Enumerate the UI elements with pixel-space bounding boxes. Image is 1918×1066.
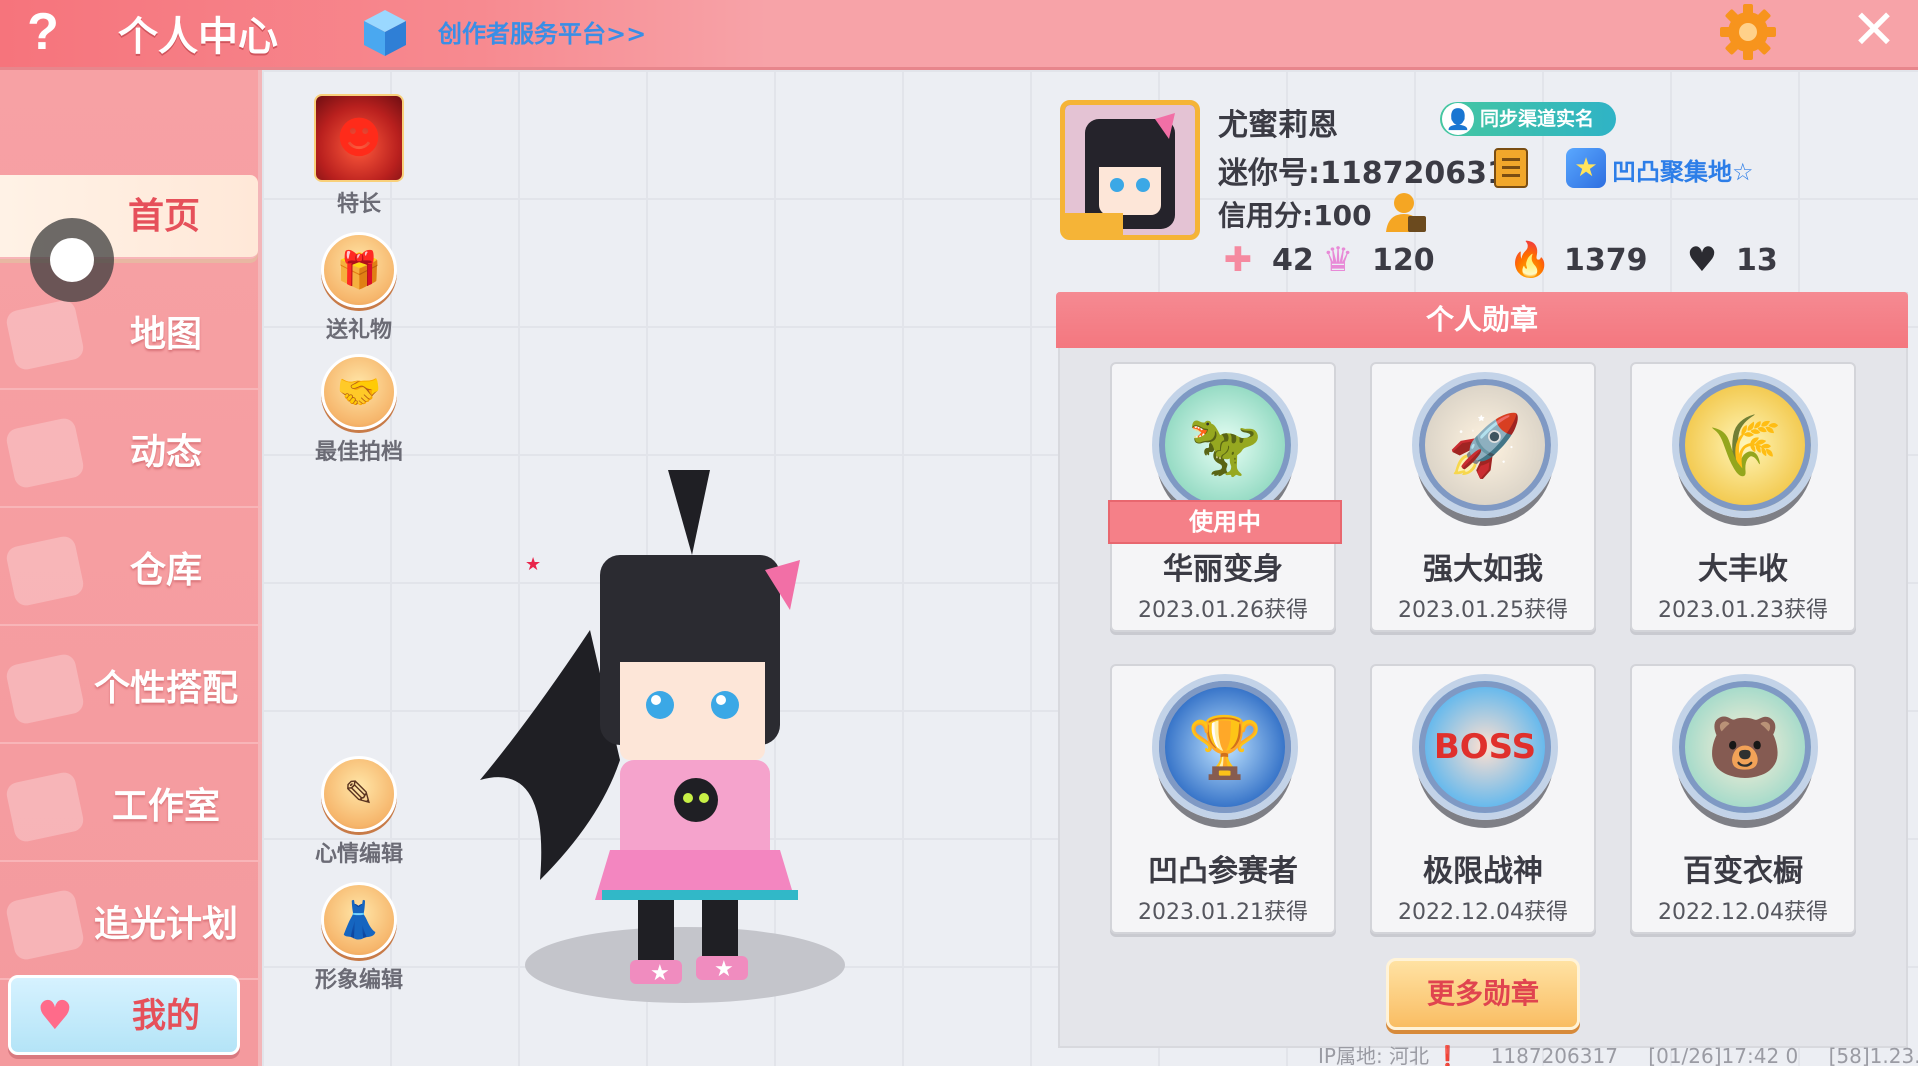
- avatar[interactable]: [1060, 100, 1200, 240]
- stat-plus[interactable]: ✚ 42: [1218, 238, 1314, 282]
- guild-link[interactable]: 凹凸聚集地☆: [1612, 152, 1754, 187]
- sidebar-item-label: 地图: [129, 314, 202, 355]
- mood-edit-label: 心情编辑: [314, 842, 403, 867]
- sidebar-item-label: 追光计划: [93, 904, 238, 945]
- badge-date: 2022.12.04获得: [1658, 900, 1828, 925]
- stat-likes-value: 13: [1736, 242, 1778, 278]
- look-edit-label: 形象编辑: [314, 968, 403, 993]
- footer-time: [01/26]17:42 0: [1648, 1044, 1799, 1066]
- heart-icon: ♥: [37, 993, 73, 1039]
- ip-location: IP属地: 河北 ❗: [1318, 1044, 1461, 1066]
- rocket-icon: 🚀: [1412, 372, 1558, 518]
- badge-card[interactable]: 🦖 使用中 华丽变身 2023.01.26获得: [1108, 362, 1342, 632]
- svg-text:★: ★: [714, 957, 734, 982]
- person-icon[interactable]: [1384, 192, 1428, 234]
- badge-date: 2023.01.21获得: [1138, 900, 1308, 925]
- heart-icon: ♥: [1686, 240, 1718, 280]
- stat-popularity[interactable]: 🔥 1379: [1508, 238, 1648, 282]
- gear-icon[interactable]: [1716, 0, 1780, 64]
- sidebar-item-warehouse[interactable]: 仓库: [0, 516, 262, 626]
- stat-plus-value: 42: [1272, 242, 1314, 278]
- sidebar-item-map[interactable]: 地图: [0, 280, 262, 390]
- page-title: 个人中心: [118, 14, 278, 60]
- sidebar-item-studio[interactable]: 工作室: [0, 752, 262, 862]
- badge-name: 华丽变身: [1163, 552, 1283, 587]
- badge-date: 2023.01.23获得: [1658, 598, 1828, 623]
- badge-card[interactable]: 🚀 强大如我 2023.01.25获得: [1370, 362, 1596, 632]
- copy-icon[interactable]: [1494, 148, 1528, 188]
- stat-likes[interactable]: ♥ 13: [1682, 238, 1778, 282]
- more-badges-button[interactable]: 更多勋章: [1386, 958, 1580, 1030]
- badges-header: 个人勋章: [1056, 292, 1908, 348]
- sync-realname-button[interactable]: 👤 同步渠道实名: [1440, 102, 1616, 136]
- badge-card[interactable]: 🌾 大丰收 2023.01.23获得: [1630, 362, 1856, 632]
- special-skill-label: 特长: [336, 192, 381, 217]
- trophy-icon: 🏆: [1152, 674, 1298, 820]
- badge-card[interactable]: 🐻 百变衣橱 2022.12.04获得: [1630, 664, 1856, 934]
- special-skill-icon: ☻: [314, 94, 404, 182]
- svg-text:★: ★: [525, 554, 541, 575]
- sidebar-item-label: 仓库: [129, 550, 202, 591]
- dino-card-icon: 🦖: [1152, 372, 1298, 518]
- gift-icon: 🎁: [321, 232, 397, 308]
- plus-flag-icon: ✚: [1223, 240, 1253, 280]
- person-verify-icon: 👤: [1442, 103, 1474, 135]
- top-bar: ? 个人中心 创作者服务平台>> ✕: [0, 0, 1918, 70]
- fans-icon: ♛: [1322, 240, 1354, 280]
- credit-score: 信用分:100: [1218, 199, 1372, 232]
- best-partner-label: 最佳拍档: [314, 440, 403, 465]
- sidebar-item-label: 动态: [129, 432, 202, 473]
- sidebar-item-chase-light[interactable]: 追光计划: [0, 870, 262, 980]
- mine-label: 我的: [132, 996, 200, 1036]
- badge-date: 2023.01.25获得: [1398, 598, 1568, 623]
- help-button[interactable]: ?: [18, 2, 68, 62]
- stat-fans[interactable]: ♛ 120: [1318, 238, 1435, 282]
- sync-realname-label: 同步渠道实名: [1480, 108, 1595, 130]
- badge-name: 百变衣橱: [1683, 854, 1803, 889]
- avatar-portrait: [1065, 105, 1195, 235]
- creator-platform-link[interactable]: 创作者服务平台>>: [438, 14, 646, 49]
- sidebar-item-label: 工作室: [111, 786, 220, 827]
- edit-icon: ✎: [321, 756, 397, 832]
- wardrobe-icon: 🐻: [1672, 674, 1818, 820]
- sidebar-item-outfit[interactable]: 个性搭配: [0, 634, 262, 744]
- character-avatar-3d[interactable]: ★ ★ ★: [470, 460, 870, 1020]
- sidebar-item-feed[interactable]: 动态: [0, 398, 262, 508]
- badge-card[interactable]: 🏆 凹凸参赛者 2023.01.21获得: [1110, 664, 1336, 934]
- outfit-edit-icon: 👗: [321, 882, 397, 958]
- stat-fans-value: 120: [1372, 242, 1435, 278]
- badge-date: 2022.12.04获得: [1398, 900, 1568, 925]
- send-gift-button[interactable]: 🎁 送礼物: [308, 232, 410, 344]
- flame-icon: 🔥: [1508, 240, 1552, 280]
- footer-version: [58]1.23.0: [1828, 1044, 1918, 1066]
- boss-icon: BOSS: [1412, 674, 1558, 820]
- badge-name: 极限战神: [1423, 854, 1543, 889]
- badge-date: 2023.01.26获得: [1138, 598, 1308, 623]
- close-icon[interactable]: ✕: [1848, 3, 1900, 57]
- special-skill-button[interactable]: ☻ 特长: [308, 94, 410, 218]
- sidebar-item-label: 个性搭配: [93, 668, 238, 709]
- mood-edit-button[interactable]: ✎ 心情编辑: [308, 756, 410, 868]
- send-gift-label: 送礼物: [325, 318, 392, 343]
- sidebar-item-mine[interactable]: ♥ 我的: [8, 975, 240, 1055]
- in-use-tag: 使用中: [1108, 500, 1342, 544]
- username: 尤蜜莉恩: [1218, 108, 1338, 143]
- guild-star-icon: ★: [1566, 148, 1606, 188]
- handshake-icon: 🤝: [321, 354, 397, 430]
- harvest-icon: 🌾: [1672, 372, 1818, 518]
- stat-popularity-value: 1379: [1564, 242, 1648, 278]
- sidebar: 首页 地图 动态 仓库 个性搭配 工作室 追光计划: [0, 70, 262, 1066]
- footer-status: IP属地: 河北 ❗ 1187206317 [01/26]17:42 0 [58…: [1318, 1040, 1918, 1066]
- look-edit-button[interactable]: 👗 形象编辑: [308, 882, 410, 994]
- svg-text:★: ★: [650, 961, 670, 986]
- badge-name: 大丰收: [1698, 552, 1788, 587]
- badge-card[interactable]: BOSS 极限战神 2022.12.04获得: [1370, 664, 1596, 934]
- badge-name: 凹凸参赛者: [1148, 854, 1298, 889]
- mini-id: 迷你号:1187206317: [1218, 156, 1529, 191]
- badge-name: 强大如我: [1423, 552, 1543, 587]
- cube-icon[interactable]: [362, 8, 408, 58]
- best-partner-button[interactable]: 🤝 最佳拍档: [308, 354, 410, 466]
- floating-joystick[interactable]: [30, 218, 114, 302]
- footer-uid: 1187206317: [1490, 1044, 1618, 1066]
